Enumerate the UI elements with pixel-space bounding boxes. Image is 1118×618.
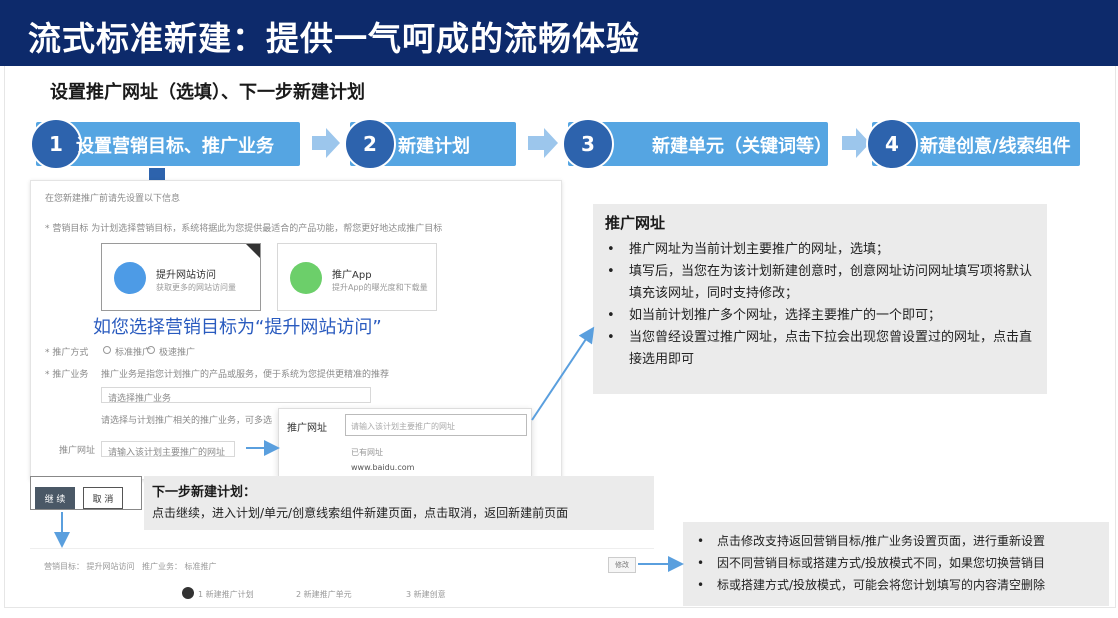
selected-check-icon: [246, 244, 260, 258]
form-header: 在您新建推广前请先设置以下信息: [45, 194, 181, 204]
url-info-title: 推广网址: [605, 214, 666, 232]
website-icon: [114, 262, 146, 294]
goal-card-app-title: 推广App: [332, 270, 372, 281]
mode-option-fast: 极速推广: [159, 348, 196, 358]
goal-row: * 营销目标 为计划选择营销目标，系统将据此为您提供最适合的产品功能，帮您更好地…: [45, 224, 443, 234]
summary-goal: 营销目标： 提升网站访问: [44, 562, 135, 571]
url-info-item: 当您曾经设置过推广网址，点击下拉会出现您曾设置过的网址，点击直接选用即可: [605, 327, 1035, 371]
next-step-panel: 下一步新建计划： 点击继续，进入计划/单元/创意线索组件新建页面，点击取消，返回…: [144, 476, 654, 530]
goal-note: 如您选择营销目标为“提升网站访问”: [93, 317, 382, 338]
edit-info-item: 点击修改支持返回营销目标/推广业务设置页面，进行重新设置: [691, 530, 1101, 552]
step-arrow-2: [528, 136, 544, 150]
step-3-number: 3: [562, 118, 614, 170]
url-info-item: 填写后，当您在为该计划新建创意时，创意网址访问网址填写项将默认填充该网址，同时支…: [605, 261, 1035, 305]
url-info-item: 如当前计划推广多个网址，选择主要推广的一个即可；: [605, 305, 1035, 327]
next-step-desc: 点击继续，进入计划/单元/创意线索组件新建页面，点击取消，返回新建前页面: [152, 506, 569, 520]
stepper-step-2: 2 新建推广单元: [296, 590, 352, 599]
summary-business: 推广业务： 标准推广: [142, 562, 217, 571]
url-info-item: 推广网址为当前计划主要推广的网址，选填；: [605, 239, 1035, 261]
process-steps: 1 设置营销目标、推广业务 2 新建计划 3 新建单元（关键词等） 4 新建创意…: [0, 118, 1118, 174]
step-4-label: 新建创意/线索组件: [920, 136, 1071, 157]
mode-label: * 推广方式: [45, 348, 89, 358]
popup-history-item[interactable]: www.baidu.com: [351, 463, 414, 472]
edit-button[interactable]: 修改: [608, 557, 636, 573]
business-desc: 推广业务是指您计划推广的产品或服务，便于系统为您提供更精准的推荐: [101, 370, 390, 380]
step-arrow-3: [842, 136, 856, 150]
next-step-title: 下一步新建计划：: [152, 485, 257, 500]
current-step-dot: [182, 587, 194, 599]
url-input-placeholder: 请输入该计划主要推广的网址: [108, 448, 226, 458]
mode-option-standard: 标准推广: [115, 348, 152, 358]
mode-radio-standard[interactable]: [103, 346, 111, 354]
edit-info-item: 标或搭建方式/投放模式，可能会将您计划填写的内容清空删除: [691, 574, 1101, 596]
step-2-number: 2: [344, 118, 396, 170]
plan-page-screenshot: 营销目标： 提升网站访问 推广业务： 标准推广 1 新建推广计划 2 新建推广单…: [30, 548, 654, 606]
app-icon: [290, 262, 322, 294]
step-3: 3 新建单元（关键词等）: [562, 118, 832, 170]
step-4: 4 新建创意/线索组件: [866, 118, 1080, 170]
title-banner: 流式标准新建：提供一气呵成的流畅体验: [0, 0, 1118, 66]
step-1: 1 设置营销目标、推广业务: [30, 118, 300, 170]
step-4-number: 4: [866, 118, 918, 170]
step-2-label: 新建计划: [398, 136, 470, 157]
business-select-placeholder: 请选择推广业务: [108, 394, 172, 404]
goal-card-website[interactable]: 提升网站访问 获取更多的网站访问量: [101, 243, 261, 311]
business-hint: 请选择与计划推广相关的推广业务，可多选: [101, 416, 273, 426]
business-label: * 推广业务: [45, 370, 89, 380]
step-arrow-1: [312, 136, 326, 150]
goal-card-app-desc: 提升App的曝光度和下载量: [332, 283, 428, 292]
step-3-label: 新建单元（关键词等）: [652, 136, 832, 157]
goal-card-website-title: 提升网站访问: [156, 270, 216, 281]
step-arrow-2-head: [544, 128, 558, 158]
edit-info-item: 因不同营销目标或搭建方式/投放模式不同，如果您切换营销目: [691, 552, 1101, 574]
goal-card-website-desc: 获取更多的网站访问量: [156, 283, 236, 292]
cancel-button[interactable]: 取 消: [83, 487, 123, 509]
step-1-number: 1: [30, 118, 82, 170]
url-info-panel: 推广网址 推广网址为当前计划主要推广的网址，选填； 填写后，当您在为该计划新建创…: [593, 204, 1047, 394]
mode-radio-fast[interactable]: [147, 346, 155, 354]
url-label: 推广网址: [59, 446, 96, 456]
edit-info-panel: 点击修改支持返回营销目标/推广业务设置页面，进行重新设置 因不同营销目标或搭建方…: [683, 522, 1109, 606]
stepper-step-3: 3 新建创意: [406, 590, 446, 599]
step-2: 2 新建计划: [344, 118, 516, 170]
continue-button[interactable]: 继 续: [35, 487, 75, 509]
stepper-step-1: 1 新建推广计划: [198, 590, 254, 599]
slide-title: 流式标准新建：提供一气呵成的流畅体验: [28, 19, 640, 58]
section-subtitle: 设置推广网址（选填）、下一步新建计划: [50, 82, 365, 103]
popup-url-label: 推广网址: [287, 423, 327, 434]
goal-card-app[interactable]: 推广App 提升App的曝光度和下载量: [277, 243, 437, 311]
url-input[interactable]: 请输入该计划主要推广的网址: [101, 441, 235, 458]
step-1-label: 设置营销目标、推广业务: [76, 136, 274, 157]
action-buttons: 继 续 取 消: [30, 476, 142, 510]
business-select[interactable]: 请选择推广业务: [101, 387, 371, 404]
url-dropdown-popup: 推广网址 请输入该计划主要推广的网址 已有网址 www.baidu.com: [278, 408, 532, 478]
popup-url-input[interactable]: 请输入该计划主要推广的网址: [345, 414, 527, 436]
popup-history-label: 已有网址: [351, 448, 383, 457]
step-arrow-1-head: [326, 128, 340, 158]
